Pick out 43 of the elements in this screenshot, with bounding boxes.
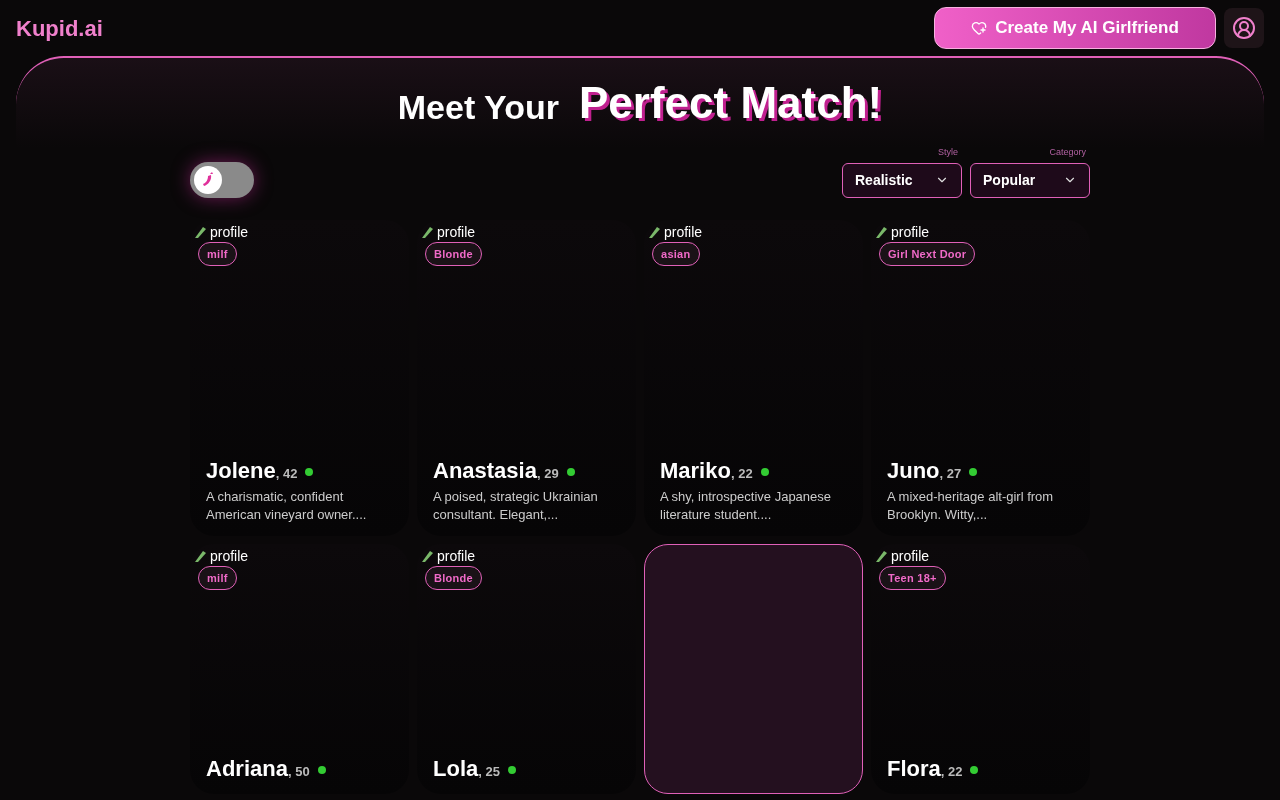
- profile-age: , 50: [287, 764, 310, 781]
- user-icon: [1232, 16, 1256, 40]
- filter-dropdown[interactable]: Popular: [970, 162, 1090, 198]
- profile-age: , 25: [478, 764, 500, 781]
- create-girlfriend-button[interactable]: Create My AI Girlfriend: [934, 7, 1216, 49]
- category-tag: Teen 18+: [879, 565, 946, 590]
- image-alt-text: profile: [437, 548, 476, 563]
- profile-age: , 29: [536, 466, 559, 483]
- filter-dropdown[interactable]: Realistic: [842, 162, 962, 198]
- heart-plus-icon: [971, 20, 988, 36]
- category-tag: Blonde: [425, 241, 482, 266]
- profile-name: Adriana: [206, 758, 288, 780]
- category-tag: milf: [198, 241, 237, 266]
- image-alt-text: profile: [210, 548, 249, 563]
- filter-label: Category: [1049, 146, 1087, 159]
- profile-description: A charismatic, confident American vineyard owner....: [206, 487, 368, 524]
- profile-age: , 22: [730, 465, 753, 483]
- image-alt-text: profile: [891, 224, 930, 239]
- profile-name: Flora: [887, 758, 941, 780]
- category-tag: Blonde: [425, 565, 482, 590]
- image-alt-text: profile: [664, 224, 703, 239]
- profile-name: Jolene: [206, 460, 276, 482]
- account-button[interactable]: [1224, 8, 1264, 48]
- profile-description: A shy, introspective Japanese literature student....: [660, 487, 833, 524]
- hero-title: Meet Your: [397, 86, 559, 128]
- profile-name: Anastasia: [433, 460, 537, 482]
- category-tag: Girl Next Door: [879, 241, 976, 266]
- image-alt-text: profile: [210, 224, 249, 239]
- hero-highlight: Perfect Match!: [579, 77, 883, 129]
- profile-name: Juno: [887, 460, 940, 482]
- image-alt-text: profile: [891, 548, 930, 563]
- profile-description: A poised, strategic Ukrainian consultant. Elegant,...: [433, 487, 599, 524]
- toggle-switch[interactable]: [190, 161, 254, 198]
- profile-name: Mariko: [660, 460, 731, 482]
- profile-age: , 22: [940, 764, 963, 781]
- category-tag: milf: [198, 565, 237, 590]
- image-alt-text: profile: [437, 224, 476, 239]
- logo[interactable]: Kupid.ai: [16, 11, 103, 45]
- filter-label: Style: [938, 146, 959, 159]
- profile-age: , 27: [939, 466, 962, 483]
- profile-age: , 42: [275, 466, 298, 483]
- category-tag: asian: [652, 241, 700, 266]
- profile-description: A mixed-heritage alt-girl from Brooklyn. Witty,...: [887, 487, 1055, 524]
